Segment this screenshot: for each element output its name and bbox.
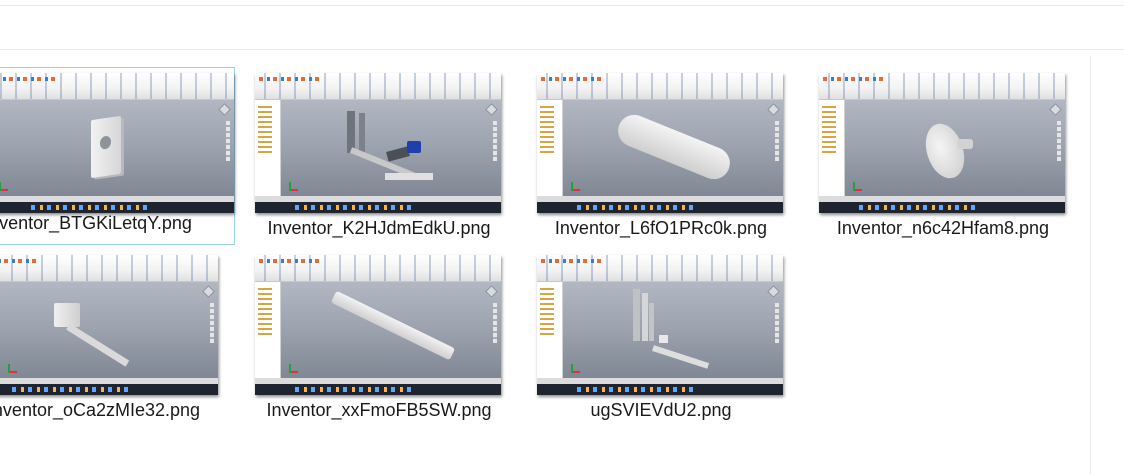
file-tile-5[interactable]: Inventor_oCa2zMIe32.png — [0, 255, 220, 433]
navigation-bar-image — [493, 303, 497, 343]
taskbar-image — [255, 202, 501, 213]
assembly-arm-model — [347, 111, 457, 191]
taskbar-image — [255, 384, 501, 395]
file-name: Inventor_L6fO1PRc0k.png — [554, 218, 768, 238]
file-name: Inventor_xxFmoFB5SW.png — [266, 400, 492, 420]
viewcube-icon — [485, 285, 498, 298]
file-tile-1[interactable]: Inventor_BTGKiLetqY.png — [0, 67, 235, 245]
file-tile-6[interactable]: Inventor_xxFmoFB5SW.png — [255, 255, 503, 433]
file-name: Inventor_K2HJdmEdkU.png — [267, 218, 491, 238]
viewcube-icon — [767, 285, 780, 298]
model-browser-image — [819, 100, 845, 197]
cylinder-model — [613, 110, 735, 184]
axis-triad-icon — [0, 181, 9, 191]
bracket-rod-model — [54, 299, 144, 369]
axis-triad-icon — [853, 181, 863, 191]
ribbon-image — [537, 255, 783, 282]
file-thumbnail — [819, 73, 1065, 213]
file-name: Inventor_oCa2zMIe32.png — [0, 400, 201, 420]
model-browser-image — [255, 282, 281, 379]
taskbar-image — [0, 202, 234, 213]
viewcube-icon — [202, 285, 215, 298]
flat-bar-model — [330, 290, 456, 361]
ribbon-image — [0, 255, 218, 282]
navigation-bar-image — [210, 303, 214, 343]
ribbon-image — [0, 73, 234, 100]
file-tile-7[interactable]: ugSVIEVdU2.png — [537, 255, 785, 433]
navigation-bar-image — [1057, 121, 1061, 161]
file-name: Inventor_BTGKiLetqY.png — [0, 213, 192, 233]
file-thumbnail — [0, 73, 234, 213]
file-tile-3[interactable]: Inventor_L6fO1PRc0k.png — [537, 73, 785, 251]
file-tile-4[interactable]: Inventor_n6c42Hfam8.png — [819, 73, 1067, 251]
content-pane-divider — [1090, 56, 1091, 474]
model-browser-image — [255, 100, 281, 197]
file-thumbnail — [255, 255, 501, 395]
viewcube-icon — [218, 103, 231, 116]
taskbar-image — [537, 384, 783, 395]
axis-triad-icon — [8, 363, 18, 373]
axis-triad-icon — [289, 363, 299, 373]
model-browser-image — [537, 100, 563, 197]
navigation-bar-image — [226, 121, 230, 161]
ribbon-image — [255, 255, 501, 282]
axis-triad-icon — [571, 363, 581, 373]
navigation-bar-image — [775, 121, 779, 161]
file-grid: Inventor_BTGKiLetqY.png Inventor_K2HJdmE… — [0, 0, 1090, 474]
axis-triad-icon — [289, 181, 299, 191]
profile-bracket-model — [633, 289, 723, 379]
viewcube-icon — [767, 103, 780, 116]
file-thumbnail — [255, 73, 501, 213]
model-browser-image — [537, 282, 563, 379]
ribbon-image — [819, 73, 1065, 100]
navigation-bar-image — [493, 121, 497, 161]
taskbar-image — [819, 202, 1065, 213]
file-thumbnail — [0, 255, 218, 395]
ribbon-image — [255, 73, 501, 100]
ribbon-image — [537, 73, 783, 100]
taskbar-image — [537, 202, 783, 213]
disc-knob-model — [919, 118, 971, 184]
taskbar-image — [0, 384, 218, 395]
file-thumbnail — [537, 255, 783, 395]
viewcube-icon — [1049, 103, 1062, 116]
disc-knob-shaft — [957, 139, 973, 149]
file-tile-2[interactable]: Inventor_K2HJdmEdkU.png — [255, 73, 503, 251]
file-name: Inventor_n6c42Hfam8.png — [836, 218, 1050, 238]
viewcube-icon — [485, 103, 498, 116]
axis-triad-icon — [571, 181, 581, 191]
block-with-hole-model — [91, 115, 121, 179]
file-thumbnail — [537, 73, 783, 213]
file-name: ugSVIEVdU2.png — [590, 400, 732, 420]
navigation-bar-image — [775, 303, 779, 343]
